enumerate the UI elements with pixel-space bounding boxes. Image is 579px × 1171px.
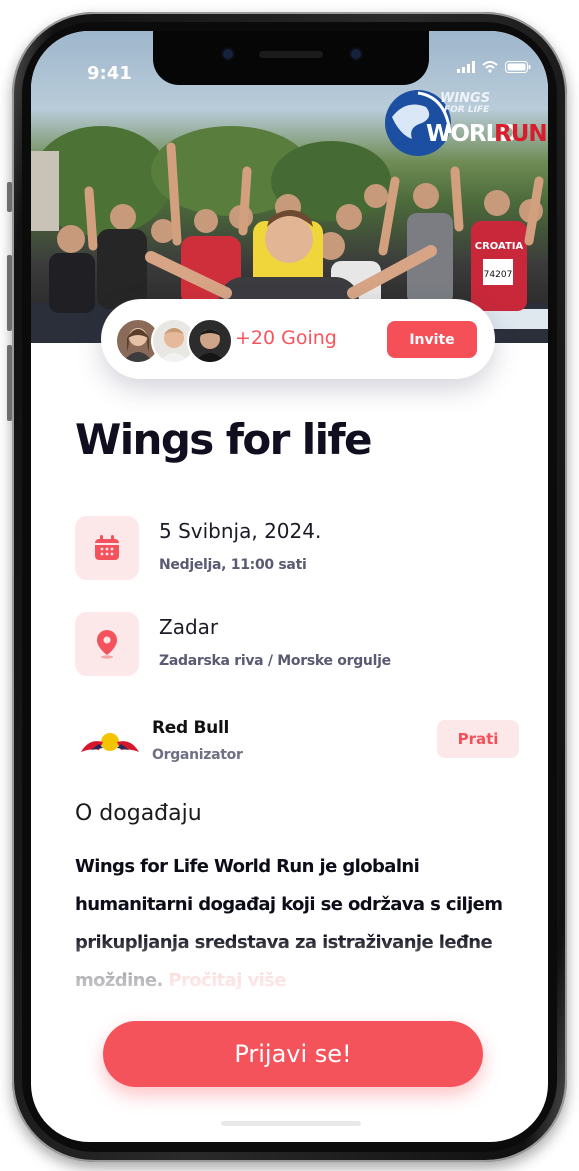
logo-for-life: FOR LIFE — [444, 105, 490, 115]
about-description: Wings for Life World Run je globalni hum… — [75, 856, 503, 991]
event-hero-image: 74207 CROATIA 9:41 WINGS FOR LIFE WORLD … — [31, 31, 548, 343]
attendees-card: +20 Going Invite — [101, 299, 495, 379]
front-camera — [223, 49, 233, 59]
red-bull-logo — [81, 733, 139, 752]
date-icon-box — [75, 516, 139, 580]
register-button[interactable]: Prijavi se! — [103, 1021, 483, 1087]
wifi-icon — [482, 61, 498, 73]
event-city: Zadar — [159, 615, 219, 639]
organizer-role: Organizator — [152, 747, 243, 763]
shirt-print: CROATIA — [475, 241, 524, 252]
event-time: Nedjelja, 11:00 sati — [159, 557, 307, 573]
event-date: 5 Svibnja, 2024. — [159, 519, 322, 543]
organizer-name[interactable]: Red Bull — [152, 718, 229, 738]
about-text: Wings for Life World Run je globalni hum… — [75, 848, 515, 1000]
battery-icon — [505, 61, 531, 73]
location-pin-icon — [97, 630, 117, 659]
wings-for-life-world-run-logo: WINGS FOR LIFE WORLD RUN — [378, 87, 548, 159]
event-title: Wings for life — [75, 415, 373, 464]
side-button — [7, 182, 12, 212]
app-screen: 74207 CROATIA 9:41 WINGS FOR LIFE WORLD … — [31, 31, 548, 1142]
home-indicator — [221, 1121, 361, 1126]
volume-up-button — [7, 255, 12, 331]
status-time: 9:41 — [87, 63, 132, 84]
volume-down-button — [7, 345, 12, 421]
going-count: +20 Going — [235, 327, 337, 349]
notch-speaker — [259, 51, 323, 58]
event-venue: Zadarska riva / Morske orgulje — [159, 653, 391, 669]
logo-wings: WINGS — [440, 91, 491, 106]
avatar-photo-icon — [195, 329, 225, 362]
location-icon-box — [75, 612, 139, 676]
attendee-avatar[interactable] — [187, 318, 233, 364]
calendar-icon — [95, 535, 119, 560]
logo-run: RUN — [494, 121, 548, 147]
read-more-link[interactable]: Pročitaj više — [168, 970, 286, 991]
race-bib-number: 74207 — [484, 270, 513, 280]
status-icons — [457, 61, 531, 73]
follow-button[interactable]: Prati — [437, 720, 519, 758]
about-heading: O događaju — [75, 801, 202, 826]
device-notch — [153, 31, 429, 85]
invite-button[interactable]: Invite — [387, 321, 477, 358]
face-id-sensor — [351, 49, 361, 59]
signal-icon — [457, 61, 475, 73]
